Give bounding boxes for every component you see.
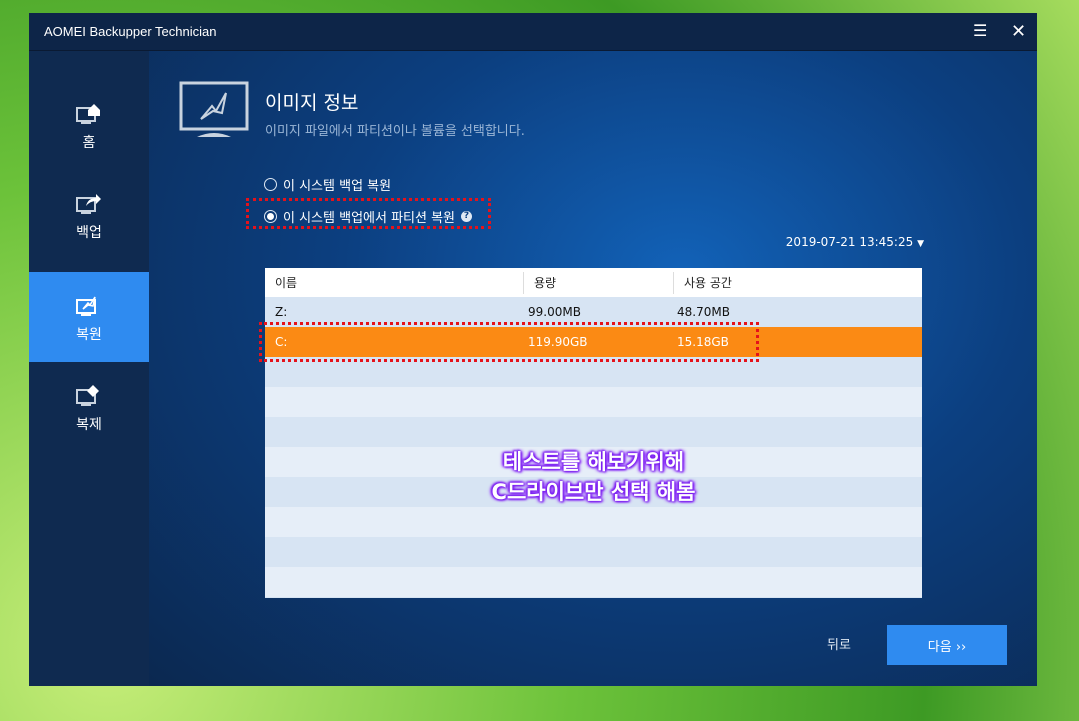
page-title: 이미지 정보 — [265, 92, 359, 114]
highlight-box — [259, 322, 759, 362]
column-header-used[interactable]: 사용 공간 — [674, 272, 824, 294]
sidebar-item-label: 홈 — [82, 135, 96, 151]
column-header-name[interactable]: 이름 — [265, 271, 524, 294]
empty-row — [265, 387, 922, 417]
sidebar-item-backup[interactable]: 백업 — [29, 170, 149, 260]
back-button[interactable]: 뒤로 — [827, 634, 851, 653]
column-header-capacity[interactable]: 용량 — [524, 271, 674, 294]
cell-name: Z: — [275, 305, 288, 319]
sidebar-item-label: 복제 — [76, 417, 102, 433]
cell-used: 48.70MB — [677, 305, 730, 319]
empty-row — [265, 507, 922, 537]
sidebar-item-label: 복원 — [76, 327, 102, 343]
empty-row — [265, 417, 922, 447]
sidebar-item-home[interactable]: 홈 — [29, 80, 149, 170]
page-subtitle: 이미지 파일에서 파티션이나 볼륨을 선택합니다. — [265, 124, 525, 139]
sidebar-item-restore[interactable]: 복원 — [29, 272, 149, 362]
main-panel: 이미지 정보 이미지 파일에서 파티션이나 볼륨을 선택합니다. 이 시스템 백… — [149, 51, 1037, 686]
next-button[interactable]: 다음 ›› — [887, 625, 1007, 665]
highlight-box — [246, 198, 491, 229]
empty-row — [265, 537, 922, 567]
sidebar-item-clone[interactable]: 복제 — [29, 362, 149, 452]
radio-button[interactable] — [264, 178, 277, 191]
backup-time: 2019-07-21 13:45:25 — [785, 235, 914, 249]
empty-row — [265, 597, 922, 598]
option-label: 이 시스템 백업 복원 — [283, 179, 392, 194]
table-header: 이름 용량 사용 공간 — [265, 268, 922, 297]
monitor-restore-icon — [179, 81, 249, 137]
window-title: AOMEI Backupper Technician — [44, 24, 217, 39]
annotation-line2: C드라이브만 선택 해봄 — [491, 480, 696, 504]
list-icon[interactable]: ☰ — [973, 21, 987, 40]
chevron-down-icon: ▼ — [917, 239, 924, 249]
option-system-restore[interactable]: 이 시스템 백업 복원 — [264, 175, 391, 194]
title-bar: AOMEI Backupper Technician ☰ ✕ — [29, 13, 1037, 51]
sidebar-item-label: 백업 — [76, 225, 102, 241]
backup-icon — [76, 194, 101, 214]
annotation-line1: 테스트를 해보기위해 — [502, 450, 685, 474]
cell-capacity: 99.00MB — [528, 305, 581, 319]
restore-icon — [76, 296, 96, 316]
home-icon — [76, 104, 100, 124]
clone-icon — [76, 385, 99, 406]
backup-time-dropdown[interactable]: 2019-07-21 13:45:25 ▼ — [786, 235, 924, 249]
app-window: AOMEI Backupper Technician ☰ ✕ 홈 백업 복원 복… — [29, 13, 1037, 686]
empty-row — [265, 567, 922, 597]
close-icon[interactable]: ✕ — [1011, 21, 1026, 42]
partition-table: 이름 용량 사용 공간 Z: 99.00MB 48.70MB C: 119.90GB 1… — [265, 268, 922, 598]
sidebar: 홈 백업 복원 복제 — [29, 51, 149, 686]
